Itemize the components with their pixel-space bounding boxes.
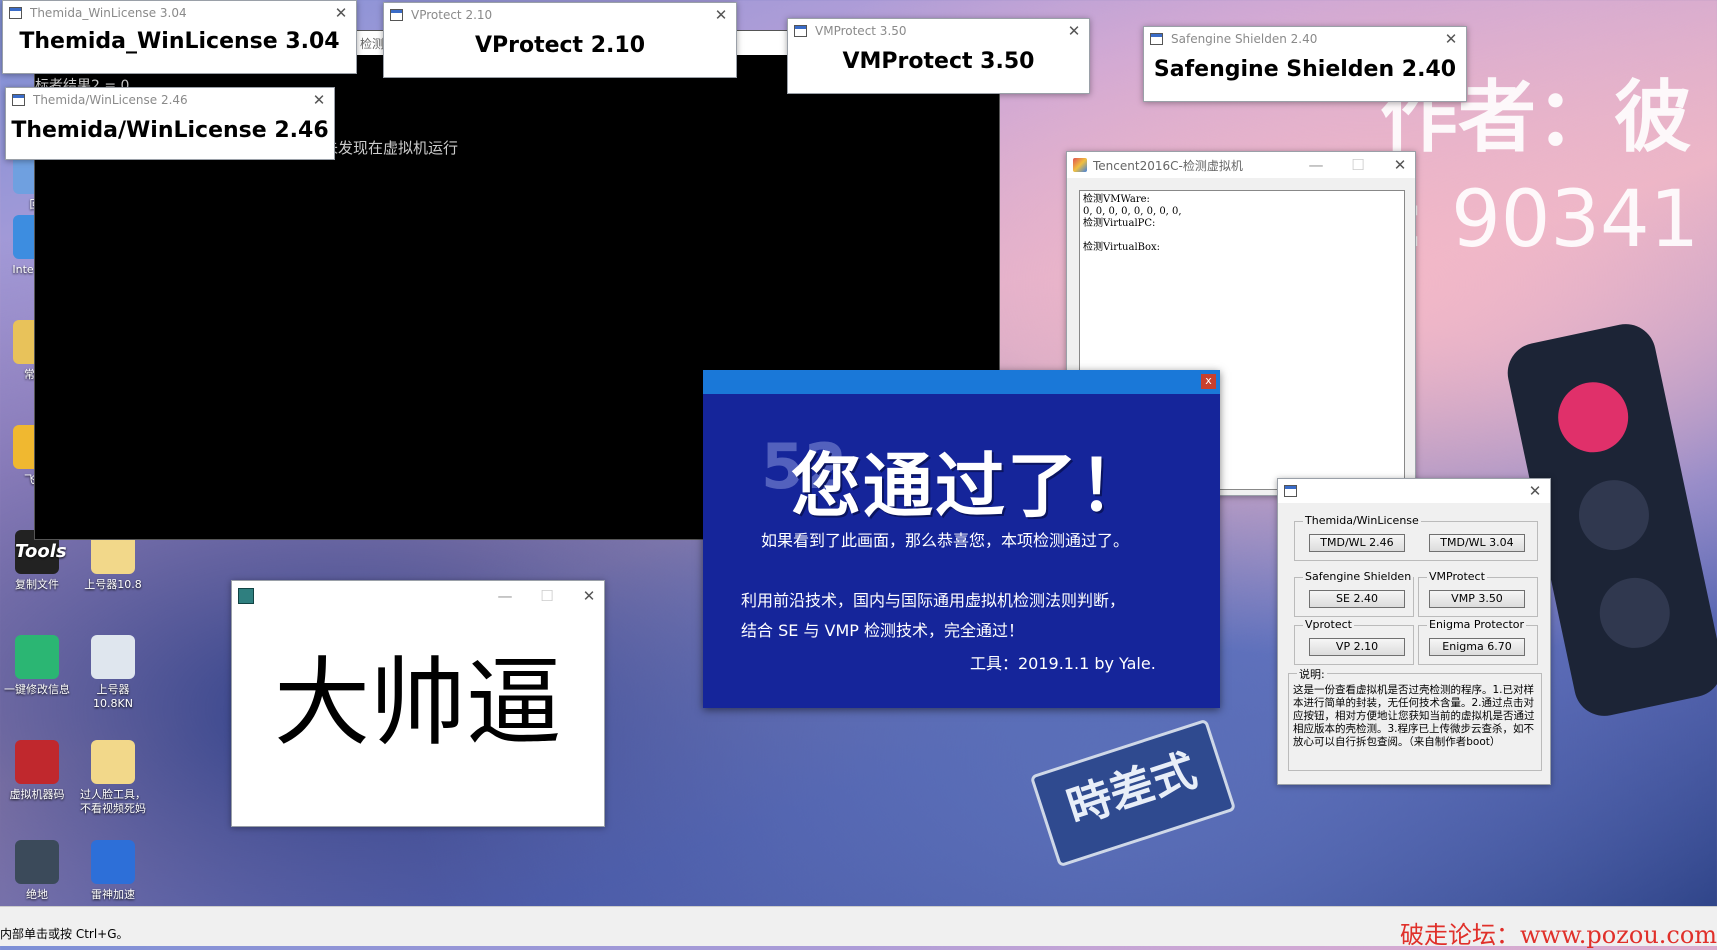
titlebar[interactable]: Tencent2016C-检测虚拟机 — ☐ ✕ (1067, 152, 1415, 178)
titlebar[interactable]: — ☐ ✕ (232, 581, 604, 611)
desktop-icon-label: 雷神加速 (91, 888, 135, 901)
console-message: 未发现在虚拟机运行 (323, 139, 459, 157)
group-vprotect: Vprotect VP 2.10 (1294, 618, 1414, 665)
vp-210-button[interactable]: VP 2.10 (1309, 638, 1405, 656)
background-sign: 時差式 (1029, 718, 1237, 868)
close-button[interactable]: x (1201, 374, 1216, 389)
maximize-icon[interactable]: ☐ (538, 587, 556, 605)
desktop-icon-label: 虚拟机器码 (9, 788, 65, 801)
desktop-icon-label: 上号器 10.8KN (93, 683, 133, 710)
app-icon (1073, 158, 1087, 172)
dashuai-text: 大帅逼 (274, 647, 562, 759)
app-icon (238, 588, 254, 604)
desktop-icon[interactable]: 虚拟机器码 (2, 740, 72, 802)
maximize-icon[interactable]: ☐ (1349, 156, 1367, 174)
pass-line4: 工具：2019.1.1 by Yale. (970, 654, 1156, 673)
group-vmprotect: VMProtect VMP 3.50 (1418, 570, 1538, 617)
pass-headline: 您通过了！ (791, 445, 1151, 527)
close-icon[interactable]: ✕ (1442, 30, 1460, 48)
desktop-icon-image (91, 740, 135, 784)
window-safengine-240[interactable]: Safengine Shielden 2.40 ✕ Safengine Shie… (1143, 26, 1467, 102)
tool-panel-window[interactable]: ✕ Themida/WinLicense TMD/WL 2.46 TMD/WL … (1277, 478, 1551, 785)
window-dashuai[interactable]: — ☐ ✕ 大帅逼 (231, 580, 605, 827)
group-themida: Themida/WinLicense TMD/WL 2.46 TMD/WL 3.… (1294, 514, 1538, 561)
status-bar: 内部单击或按 Ctrl+G。 破走论坛：www.pozou.com (0, 906, 1717, 949)
minimize-icon[interactable]: — (1307, 156, 1325, 174)
titlebar[interactable]: Safengine Shielden 2.40 ✕ (1144, 27, 1466, 51)
pass-line3: 结合 SE 与 VMP 检测技术，完全通过！ (741, 621, 1025, 640)
window-themida-246[interactable]: Themida/WinLicense 2.46 ✕ Themida/WinLic… (5, 87, 335, 160)
titlebar[interactable]: VMProtect 3.50 ✕ (788, 19, 1089, 43)
window-label: Themida/WinLicense 2.46 (11, 118, 329, 143)
desktop-icon-label: 上号器10.8 (84, 578, 142, 591)
group-safengine: Safengine Shielden SE 2.40 (1294, 570, 1414, 617)
tmd-304-button[interactable]: TMD/WL 3.04 (1429, 534, 1525, 552)
app-window-icon (390, 9, 403, 21)
desktop-icon-label: 一键修改信息 (4, 683, 70, 696)
desktop-icon[interactable]: 一键修改信息 (2, 635, 72, 697)
desktop-icon[interactable]: 过人脸工具，不看视频死妈 (78, 740, 148, 816)
watermark-number: : 90341 (1400, 175, 1700, 265)
window-label: VProtect 2.10 (474, 33, 646, 58)
se-240-button[interactable]: SE 2.40 (1309, 590, 1405, 608)
desktop-icon[interactable]: 雷神加速 (78, 840, 148, 902)
app-window-icon (1284, 485, 1297, 497)
pass-line2: 利用前沿技术，国内与国际通用虚拟机检测法则判断， (741, 591, 1126, 610)
desktop-icon[interactable]: 上号器 10.8KN (78, 635, 148, 711)
window-label: VMProtect 3.50 (842, 49, 1035, 74)
window-vprotect-210[interactable]: VProtect 2.10 ✕ VProtect 2.10 (383, 2, 737, 78)
desktop-icon[interactable]: 绝地 (2, 840, 72, 902)
window-label: Themida_WinLicense 3.04 (19, 29, 340, 54)
window-label: Safengine Shielden 2.40 (1153, 57, 1457, 82)
minimize-icon[interactable]: — (496, 587, 514, 605)
desktop-icon-image (15, 740, 59, 784)
desktop-icon-image (15, 635, 59, 679)
close-icon[interactable]: ✕ (310, 91, 328, 109)
app-window-icon (794, 25, 807, 37)
enigma-button[interactable]: Enigma 6.70 (1429, 638, 1525, 656)
close-icon[interactable]: ✕ (1391, 156, 1409, 174)
desktop-icon-image (15, 840, 59, 884)
close-icon[interactable]: ✕ (712, 6, 730, 24)
titlebar[interactable]: VProtect 2.10 ✕ (384, 3, 736, 27)
app-window-icon (12, 94, 25, 106)
close-icon[interactable]: ✕ (1065, 22, 1083, 40)
desktop-icon-image (91, 635, 135, 679)
app-window-icon (1150, 33, 1163, 45)
desktop-icon-label: 绝地 (26, 888, 48, 901)
close-icon[interactable]: ✕ (580, 587, 598, 605)
desktop-icon-image (91, 840, 135, 884)
status-hint: 内部单击或按 Ctrl+G。 (0, 927, 129, 941)
description-text: 这是一份查看虚拟机是否过壳检测的程序。1.已对样本进行简单的封装，无任何技术含量… (1293, 684, 1535, 748)
window-vmprotect-350[interactable]: VMProtect 3.50 ✕ VMProtect 3.50 (787, 18, 1090, 94)
titlebar[interactable]: Themida/WinLicense 2.46 ✕ (6, 88, 334, 112)
window-themida-304[interactable]: Themida_WinLicense 3.04 ✕ Themida_WinLic… (2, 0, 357, 74)
close-icon[interactable]: ✕ (332, 4, 350, 22)
tmd-246-button[interactable]: TMD/WL 2.46 (1309, 534, 1405, 552)
pass-dialog-titlebar[interactable]: x (703, 370, 1220, 394)
app-window-icon (9, 7, 22, 19)
desktop-icon-label: 复制文件 (15, 578, 59, 591)
close-icon[interactable]: ✕ (1526, 482, 1544, 500)
group-description: 说明: 这是一份查看虚拟机是否过壳检测的程序。1.已对样本进行简单的封装，无任何… (1288, 666, 1542, 771)
titlebar[interactable]: Themida_WinLicense 3.04 ✕ (3, 1, 356, 25)
titlebar[interactable]: ✕ (1278, 479, 1550, 503)
vmp-350-button[interactable]: VMP 3.50 (1429, 590, 1525, 608)
pass-dialog[interactable]: x 52 您通过了！ 如果看到了此画面，那么恭喜您，本项检测通过了。 利用前沿技… (703, 370, 1220, 708)
pass-line1: 如果看到了此画面，那么恭喜您，本项检测通过了。 (761, 531, 1130, 550)
group-enigma: Enigma Protector Enigma 6.70 (1418, 618, 1538, 665)
desktop-icon-label: 过人脸工具，不看视频死妈 (80, 788, 146, 815)
